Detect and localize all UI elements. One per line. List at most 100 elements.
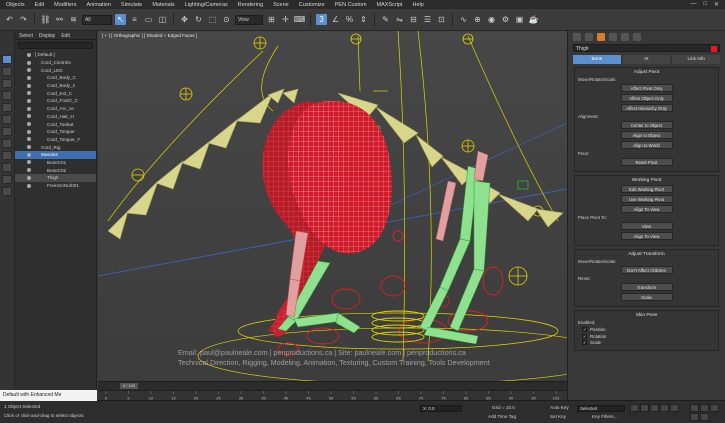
object-name-field[interactable]: Thigh (573, 44, 720, 52)
menu-objects[interactable]: Objects (0, 2, 30, 8)
rotation-checkbox[interactable]: ✓ Rotation (582, 333, 715, 339)
menu-rendering[interactable]: Rendering (233, 2, 268, 8)
menu-simulate[interactable]: Simulate (116, 2, 147, 8)
tree-item[interactable]: Cord_FootC_C (15, 97, 96, 105)
time-slider[interactable]: 0 / 100 (98, 381, 567, 390)
visibility-eye-icon[interactable] (27, 114, 31, 119)
move-icon[interactable]: ✥ (179, 14, 190, 25)
time-slider-handle[interactable]: 0 / 100 (120, 383, 138, 389)
mirror-icon[interactable]: ⇋ (394, 14, 405, 25)
layer-explorer-icon[interactable]: ☰ (422, 14, 433, 25)
display-none-icon[interactable] (2, 55, 12, 64)
checkbox-box[interactable]: ✓ (582, 340, 587, 345)
modify-tab-icon[interactable] (585, 33, 593, 41)
reset-transform-button[interactable]: Transform (620, 283, 673, 291)
reference-coordinate-dropdown[interactable]: View (235, 14, 263, 25)
create-tab-icon[interactable] (573, 33, 581, 41)
add-time-tag-text[interactable]: Add Time Tag (488, 414, 516, 419)
visibility-eye-icon[interactable] (27, 175, 31, 180)
tree-item[interactable]: Muscles (15, 150, 96, 159)
go-to-end-icon[interactable] (670, 404, 679, 412)
maxscript-listener-label[interactable]: Default with Enhanced Me (0, 390, 97, 401)
scene-explorer-icon[interactable]: ⊡ (436, 14, 447, 25)
pivot-center-icon[interactable]: ⊞ (266, 14, 277, 25)
rotate-icon[interactable]: ↻ (193, 14, 204, 25)
orbit-icon[interactable] (710, 404, 719, 412)
display-groups-icon[interactable] (2, 139, 12, 148)
checkbox-box[interactable]: ✓ (582, 327, 587, 332)
link-icon[interactable]: ⛓ (40, 14, 51, 25)
visibility-eye-icon[interactable] (27, 83, 31, 88)
viewport-orthographic[interactable]: [ + ] [ Orthographic ] [ Shaded + Edged … (98, 31, 567, 381)
menu-materials[interactable]: Materials (147, 2, 179, 8)
menu-pen-custom[interactable]: PEN Custom (330, 2, 372, 8)
select-manipulate-icon[interactable]: ✛ (280, 14, 291, 25)
bind-space-warp-icon[interactable]: ≋ (68, 14, 79, 25)
key-selection-dropdown[interactable]: Selected (577, 405, 625, 412)
adjust-pivot-title[interactable]: Adjust Pivot (578, 70, 715, 75)
tree-item[interactable]: FreeGmNurb01 (15, 182, 96, 190)
angle-snap-icon[interactable]: ∠ (330, 14, 341, 25)
spinner-snap-icon[interactable]: ⇕ (358, 14, 369, 25)
display-bones-icon[interactable] (2, 163, 12, 172)
maximize-viewport-icon[interactable] (700, 413, 709, 421)
menu-animation[interactable]: Animation (81, 2, 115, 8)
auto-key-button[interactable]: Auto Key (550, 405, 569, 410)
previous-frame-icon[interactable] (640, 404, 649, 412)
tree-item[interactable]: Cord_Ext_C (15, 89, 96, 97)
tree-item[interactable]: Cord_Tongue (15, 128, 96, 136)
subtab-bone[interactable]: Bone (573, 55, 621, 64)
visibility-eye-icon[interactable] (27, 122, 31, 127)
tree-item[interactable]: Cord_Body_2 (15, 82, 96, 90)
coordinate-x-field[interactable]: X: 0.0 (420, 405, 462, 412)
tree-item[interactable]: Cord_LEG (15, 66, 96, 74)
visibility-eye-icon[interactable] (27, 145, 31, 150)
track-bar[interactable]: 0 5 10 15 20 25 30 35 40 45 50 55 60 65 70 75 80 85 90 95 10… (98, 390, 567, 401)
subtab-link-info[interactable]: Link Info (672, 55, 721, 64)
edit-working-pivot-button[interactable]: Edit Working Pivot (620, 185, 673, 193)
display-spacewarps-icon[interactable] (2, 127, 12, 136)
tree-item[interactable]: Cord_Hair_H (15, 113, 96, 121)
menu-maxscript[interactable]: MAXScript (372, 2, 408, 8)
display-cameras-icon[interactable] (2, 103, 12, 112)
tree-item[interactable]: BoneC02 (15, 166, 96, 174)
key-filters-button[interactable]: Key Filters... (592, 414, 618, 419)
place-icon[interactable]: ⊙ (221, 14, 232, 25)
subtab-ik[interactable]: IK (622, 55, 671, 64)
display-helpers-icon[interactable] (2, 115, 12, 124)
visibility-eye-icon[interactable] (27, 75, 31, 80)
menu-modifiers[interactable]: Modifiers (49, 2, 81, 8)
align-icon[interactable]: ⊟ (408, 14, 419, 25)
visibility-eye-icon[interactable] (27, 106, 31, 111)
display-geometry-icon[interactable] (2, 67, 12, 76)
visibility-eye-icon[interactable] (27, 168, 31, 173)
tree-item[interactable]: Cord_Controls (15, 59, 96, 67)
reset-pivot-button[interactable]: Reset Pivot (620, 158, 673, 166)
percent-snap-icon[interactable]: % (344, 14, 355, 25)
place-align-to-view-button[interactable]: Align To View (620, 232, 673, 240)
checkbox-box[interactable]: ✓ (582, 333, 587, 339)
select-object-icon[interactable]: ↖ (115, 14, 126, 25)
utilities-tab-icon[interactable] (633, 33, 641, 41)
play-icon[interactable] (650, 404, 659, 412)
menu-edit[interactable]: Edit (30, 2, 49, 8)
scene-search-input[interactable] (18, 42, 93, 49)
redo-icon[interactable]: ↷ (18, 14, 29, 25)
tree-item[interactable]: [ Default ] (15, 51, 96, 59)
pan-view-icon[interactable] (700, 404, 709, 412)
go-to-start-icon[interactable] (630, 404, 639, 412)
maximize-button[interactable]: □ (703, 1, 707, 8)
menu-scene[interactable]: Scene (268, 2, 294, 8)
selection-filter-dropdown[interactable]: All (82, 14, 112, 25)
tab-display[interactable]: Display (39, 33, 55, 39)
next-frame-icon[interactable] (660, 404, 669, 412)
tab-select[interactable]: Select (19, 33, 33, 39)
keyboard-shortcut-icon[interactable]: ⌨ (294, 14, 306, 25)
schematic-view-icon[interactable]: ⊕ (472, 14, 483, 25)
field-of-view-icon[interactable] (690, 413, 699, 421)
curve-editor-icon[interactable]: ∿ (458, 14, 469, 25)
render-production-icon[interactable]: ☕ (528, 14, 539, 25)
zoom-extents-icon[interactable] (690, 404, 699, 412)
display-shapes-icon[interactable] (2, 79, 12, 88)
visibility-eye-icon[interactable] (27, 52, 31, 57)
